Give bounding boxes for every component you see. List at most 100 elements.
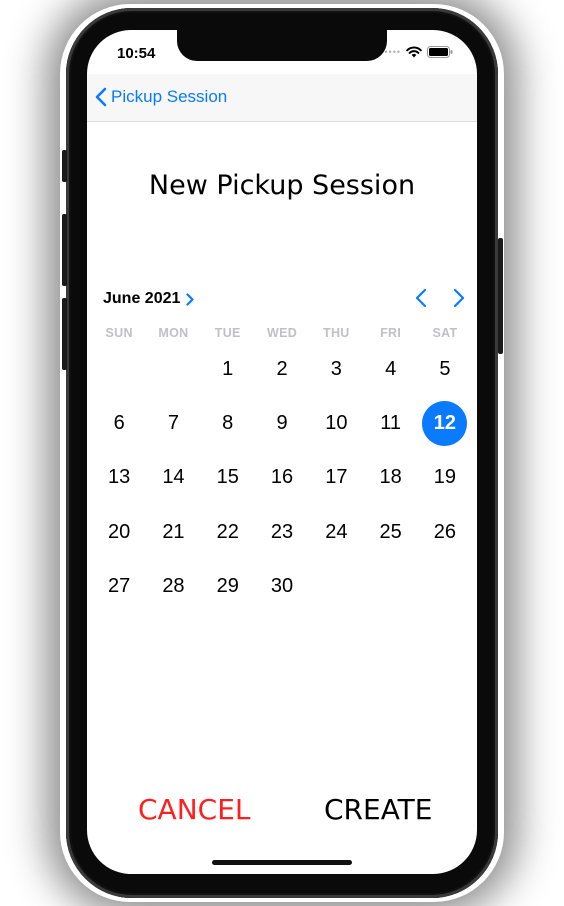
month-year-label: June 2021	[103, 290, 181, 307]
calendar-day[interactable]: 5	[418, 342, 472, 396]
calendar-day[interactable]: 4	[363, 342, 417, 396]
create-button[interactable]: CREATE	[324, 793, 432, 826]
calendar-day-number: 22	[216, 520, 239, 543]
weekday-label: TUE	[214, 326, 241, 340]
signal-dots-icon: ••••	[384, 47, 401, 57]
calendar-day-number: 10	[325, 411, 348, 434]
calendar-day-number: 1	[222, 357, 234, 380]
calendar-week-row: 20 21 22 23 24 25 26	[92, 505, 472, 559]
calendar-header: June 2021	[103, 288, 465, 312]
calendar-day-number: 6	[113, 411, 125, 434]
weekday-label: THU	[323, 326, 350, 340]
calendar-day[interactable]: 26	[418, 505, 472, 559]
calendar-day[interactable]: 1	[201, 342, 255, 396]
chevron-left-icon	[95, 87, 107, 107]
chevron-left-icon	[415, 288, 427, 308]
calendar-day[interactable]: 3	[309, 342, 363, 396]
volume-down-button	[62, 298, 67, 370]
calendar-day[interactable]: 8	[201, 396, 255, 450]
weekday-label: SUN	[105, 326, 133, 340]
screen: 10:54 •••• Pickup Session New Pickup Ses…	[87, 30, 477, 874]
calendar-day-number: 4	[385, 357, 397, 380]
home-indicator	[212, 860, 352, 865]
calendar-day[interactable]: 18	[363, 451, 417, 505]
weekday-label: FRI	[380, 326, 402, 340]
calendar-day-number: 20	[108, 520, 131, 543]
month-navigation	[415, 288, 465, 313]
calendar-day[interactable]: 22	[201, 505, 255, 559]
calendar-day-number: 30	[270, 574, 294, 597]
calendar-week-row: 13 14 15 16 17 18 19	[92, 451, 472, 505]
calendar-day-number: 3	[330, 357, 342, 380]
calendar-day-grid: 1 2 3 4 5 6 7 8 9 10 11 12 13 14 15 16 17 18 19 20 21 22 23 24 2…	[92, 342, 472, 613]
silent-switch	[62, 150, 67, 182]
status-icons: ••••	[384, 46, 453, 58]
calendar-day-selected[interactable]: 12	[418, 396, 472, 450]
calendar-empty-cell	[418, 559, 472, 613]
calendar-day[interactable]: 29	[201, 559, 255, 613]
calendar-day[interactable]: 7	[146, 396, 200, 450]
calendar-day[interactable]: 17	[309, 451, 363, 505]
calendar-day-number: 27	[108, 574, 131, 597]
calendar-day-number: 28	[162, 574, 185, 597]
calendar-week-row: 1 2 3 4 5	[92, 342, 472, 396]
calendar-day[interactable]: 9	[255, 396, 309, 450]
calendar-day-number: 5	[439, 357, 451, 380]
calendar-day-number: 21	[162, 520, 185, 543]
calendar-day[interactable]: 6	[92, 396, 146, 450]
calendar-week-row: 6 7 8 9 10 11 12	[92, 396, 472, 450]
calendar-day[interactable]: 23	[255, 505, 309, 559]
calendar-day[interactable]: 30	[255, 559, 309, 613]
calendar-day-number: 8	[222, 411, 234, 434]
calendar-day-number: 18	[379, 466, 402, 489]
calendar-day[interactable]: 28	[146, 559, 200, 613]
chevron-right-icon	[186, 292, 194, 306]
calendar-day-number: 15	[216, 466, 239, 489]
previous-month-button[interactable]	[415, 288, 427, 313]
calendar-day[interactable]: 25	[363, 505, 417, 559]
calendar-day[interactable]: 19	[418, 451, 472, 505]
calendar-week-row: 27 28 29 30	[92, 559, 472, 613]
wifi-icon	[406, 46, 422, 58]
calendar-day-number: 7	[167, 411, 179, 434]
calendar-day[interactable]: 10	[309, 396, 363, 450]
weekday-label: SAT	[432, 326, 458, 340]
calendar-day[interactable]: 24	[309, 505, 363, 559]
calendar-day[interactable]: 2	[255, 342, 309, 396]
weekday-label: WED	[267, 326, 298, 340]
calendar-day-number: 26	[433, 520, 457, 543]
calendar-day-number: 17	[325, 466, 348, 489]
calendar-empty-cell	[363, 559, 417, 613]
calendar-day-number: 19	[433, 466, 457, 489]
calendar-empty-cell	[146, 342, 200, 396]
notch	[177, 30, 387, 61]
back-button-label: Pickup Session	[111, 87, 228, 106]
calendar-empty-cell	[92, 342, 146, 396]
calendar-day-number: 25	[379, 520, 402, 543]
calendar-day[interactable]: 16	[255, 451, 309, 505]
calendar-empty-cell	[309, 559, 363, 613]
calendar-day[interactable]: 21	[146, 505, 200, 559]
weekday-label: MON	[158, 326, 189, 340]
status-time: 10:54	[117, 45, 156, 62]
calendar-day[interactable]: 14	[146, 451, 200, 505]
page-title: New Pickup Session	[148, 170, 416, 201]
calendar-day-number: 14	[162, 466, 185, 489]
battery-icon	[427, 46, 453, 58]
chevron-right-icon	[453, 288, 465, 308]
power-button	[498, 238, 503, 354]
calendar-day[interactable]: 15	[201, 451, 255, 505]
calendar-day-number: 29	[216, 574, 239, 597]
calendar-day[interactable]: 27	[92, 559, 146, 613]
calendar-day[interactable]: 20	[92, 505, 146, 559]
calendar-day-number: 9	[276, 411, 288, 434]
calendar-day[interactable]: 13	[92, 451, 146, 505]
cancel-button[interactable]: CANCEL	[138, 793, 251, 826]
month-year-selector[interactable]: June 2021	[103, 290, 194, 308]
calendar-day[interactable]: 11	[363, 396, 417, 450]
calendar-day-number: 2	[276, 357, 288, 380]
back-button[interactable]: Pickup Session	[95, 87, 227, 107]
calendar-day-number: 13	[108, 466, 131, 489]
volume-up-button	[62, 214, 67, 286]
next-month-button[interactable]	[453, 288, 465, 313]
